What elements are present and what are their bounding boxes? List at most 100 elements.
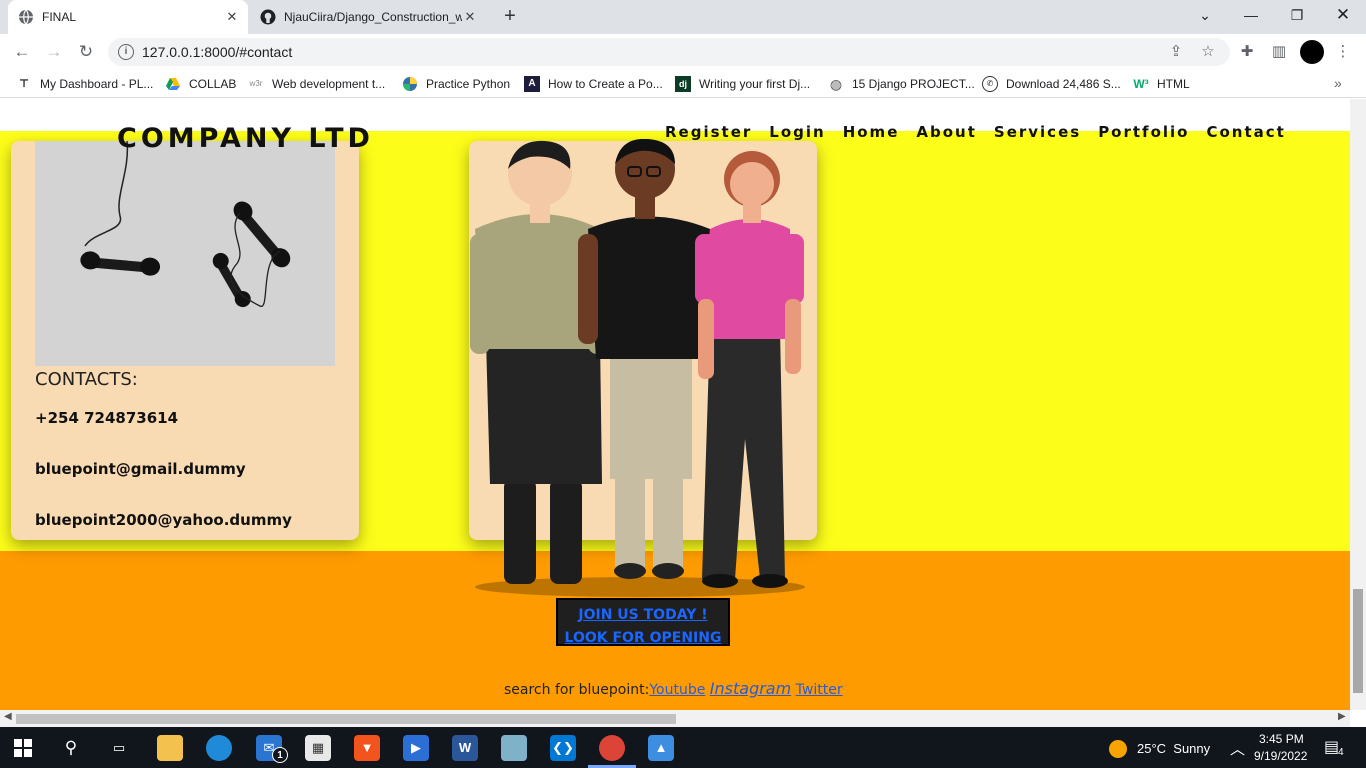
- store-icon[interactable]: ▦: [305, 735, 331, 761]
- reload-icon[interactable]: ↻: [74, 40, 98, 64]
- python-icon: [403, 77, 417, 91]
- search-prefix: search for bluepoint:: [504, 682, 650, 698]
- nav-home[interactable]: Home: [843, 123, 900, 141]
- restore-button[interactable]: ❐: [1274, 0, 1320, 30]
- menu-icon[interactable]: ⋮: [1332, 41, 1354, 63]
- address-bar[interactable]: i 127.0.0.1:8000/#contact ⇪ ☆: [108, 38, 1230, 66]
- youtube-link[interactable]: Youtube: [649, 682, 705, 698]
- minimize-button[interactable]: —: [1228, 0, 1274, 30]
- notification-count: 4: [1338, 747, 1344, 758]
- tab-title: NjauCiira/Django_Construction_w: [284, 10, 462, 24]
- tab-github[interactable]: NjauCiira/Django_Construction_w ✕: [250, 0, 486, 34]
- bookmark-label: Practice Python: [426, 77, 511, 91]
- github-icon: [260, 9, 276, 25]
- whatsapp-icon: ✆: [982, 76, 998, 92]
- bookmark-label: COLLAB: [189, 77, 237, 91]
- forward-arrow-icon[interactable]: →: [42, 40, 66, 64]
- twitter-link[interactable]: Twitter: [796, 682, 843, 698]
- site-brand[interactable]: COMPANY LTD: [117, 123, 374, 154]
- close-icon[interactable]: ✕: [462, 9, 478, 25]
- nav-portfolio[interactable]: Portfolio: [1098, 123, 1189, 141]
- bookmark-item[interactable]: W³ HTML: [1133, 70, 1189, 98]
- clock-time[interactable]: 3:45 PM: [1259, 732, 1304, 746]
- scroll-right-icon[interactable]: ▶: [1338, 711, 1346, 722]
- contact-phone: +254 724873614: [35, 409, 179, 427]
- photos-icon[interactable]: ▲: [648, 735, 674, 761]
- chevron-up-icon[interactable]: ︿: [1230, 738, 1245, 759]
- chrome-icon[interactable]: [599, 735, 625, 761]
- info-icon[interactable]: i: [118, 44, 134, 60]
- file-explorer-icon[interactable]: [157, 735, 183, 761]
- avatar[interactable]: [1300, 40, 1324, 64]
- w3resource-icon: w3r: [249, 79, 263, 88]
- bookmark-label: Web development t...: [272, 77, 386, 91]
- media-player-icon[interactable]: ▶: [403, 735, 429, 761]
- page-viewport: COMPANY LTD Register Login Home About Se…: [0, 99, 1350, 710]
- bookmark-item[interactable]: ◍ 15 Django PROJECT...: [828, 70, 975, 98]
- bookmark-item[interactable]: dj Writing your first Dj...: [675, 70, 810, 98]
- share-icon[interactable]: ⇪: [1166, 42, 1186, 62]
- bookmark-item[interactable]: ⊤ My Dashboard - PL...: [16, 70, 153, 98]
- contact-card: CONTACTS: +254 724873614 bluepoint@gmail…: [11, 140, 359, 540]
- weather-text[interactable]: 25°C Sunny: [1137, 741, 1210, 756]
- instagram-link[interactable]: Instagram: [710, 679, 791, 698]
- tab-title: FINAL: [42, 10, 77, 24]
- windows-taskbar: ⚲ ▭ ✉ 1 ▦ ▼ ▶ W ❮❯ ▲ 25°C Sunny ︿ 3:45 P…: [0, 727, 1366, 768]
- horizontal-scrollbar[interactable]: ◀ ▶: [0, 710, 1350, 727]
- nav-about[interactable]: About: [916, 123, 977, 141]
- star-icon[interactable]: ☆: [1198, 42, 1218, 62]
- telephone-image: [35, 140, 335, 366]
- contacts-heading: CONTACTS:: [35, 369, 138, 390]
- bookmark-label: How to Create a Po...: [548, 77, 663, 91]
- nav-services[interactable]: Services: [994, 123, 1081, 141]
- person-figure: [695, 151, 804, 588]
- bookmark-label: Writing your first Dj...: [699, 77, 811, 91]
- site-nav: Register Login Home About Services Portf…: [665, 123, 1286, 141]
- join-us-box: JOIN US TODAY ! LOOK FOR OPENING: [556, 598, 730, 646]
- bookmarks-bar: ⊤ My Dashboard - PL... COLLAB w3r Web de…: [0, 70, 1366, 98]
- globe-icon: [19, 9, 33, 25]
- vscode-icon[interactable]: ❮❯: [550, 735, 576, 761]
- task-view-icon[interactable]: ▭: [106, 735, 132, 761]
- url-text[interactable]: 127.0.0.1:8000/#contact: [142, 44, 292, 60]
- brave-icon[interactable]: ▼: [354, 735, 380, 761]
- windows-start-icon[interactable]: [14, 739, 32, 757]
- google-drive-icon: [166, 78, 180, 90]
- openings-link[interactable]: LOOK FOR OPENING: [558, 627, 728, 650]
- tab-search-icon[interactable]: ⌄: [1182, 0, 1228, 30]
- bookmark-item[interactable]: COLLAB: [165, 70, 236, 98]
- chevron-right-icon[interactable]: »: [1334, 75, 1342, 91]
- team-illustration: [470, 139, 805, 597]
- nav-contact[interactable]: Contact: [1206, 123, 1285, 141]
- tab-strip: FINAL ✕ NjauCiira/Django_Construction_w …: [0, 0, 1366, 34]
- telephone-handsets-icon: [80, 140, 291, 308]
- close-icon[interactable]: ✕: [224, 9, 240, 25]
- w3schools-icon: W³: [1133, 77, 1149, 91]
- scrollbar-thumb[interactable]: [1353, 589, 1363, 693]
- nav-login[interactable]: Login: [769, 123, 825, 141]
- mail-badge: 1: [272, 747, 288, 763]
- scroll-left-icon[interactable]: ◀: [4, 711, 12, 722]
- nav-register[interactable]: Register: [665, 123, 752, 141]
- bookmark-item[interactable]: ✆ Download 24,486 S...: [982, 70, 1121, 98]
- bookmark-item[interactable]: A How to Create a Po...: [524, 70, 663, 98]
- scrollbar-thumb[interactable]: [16, 714, 676, 724]
- notes-icon[interactable]: [501, 735, 527, 761]
- new-tab-button[interactable]: +: [498, 5, 522, 29]
- person-figure: [470, 140, 608, 584]
- vertical-scrollbar[interactable]: [1350, 99, 1366, 710]
- close-window-button[interactable]: ✕: [1320, 0, 1366, 30]
- search-icon[interactable]: ⚲: [58, 735, 84, 761]
- bookmark-item[interactable]: Practice Python: [402, 70, 510, 98]
- edge-icon[interactable]: [206, 735, 232, 761]
- tab-final[interactable]: FINAL ✕: [8, 0, 248, 34]
- join-us-link[interactable]: JOIN US TODAY !: [558, 604, 728, 627]
- extensions-icon[interactable]: ✚: [1236, 41, 1258, 63]
- bookmark-item[interactable]: w3r Web development t...: [248, 70, 386, 98]
- social-links: search for bluepoint:Youtube Instagram T…: [504, 679, 843, 698]
- back-arrow-icon[interactable]: ←: [10, 40, 34, 64]
- notification-icon[interactable]: ▤: [1324, 737, 1339, 757]
- word-icon[interactable]: W: [452, 735, 478, 761]
- clock-date[interactable]: 9/19/2022: [1254, 749, 1307, 763]
- side-panel-icon[interactable]: ▥: [1268, 41, 1290, 63]
